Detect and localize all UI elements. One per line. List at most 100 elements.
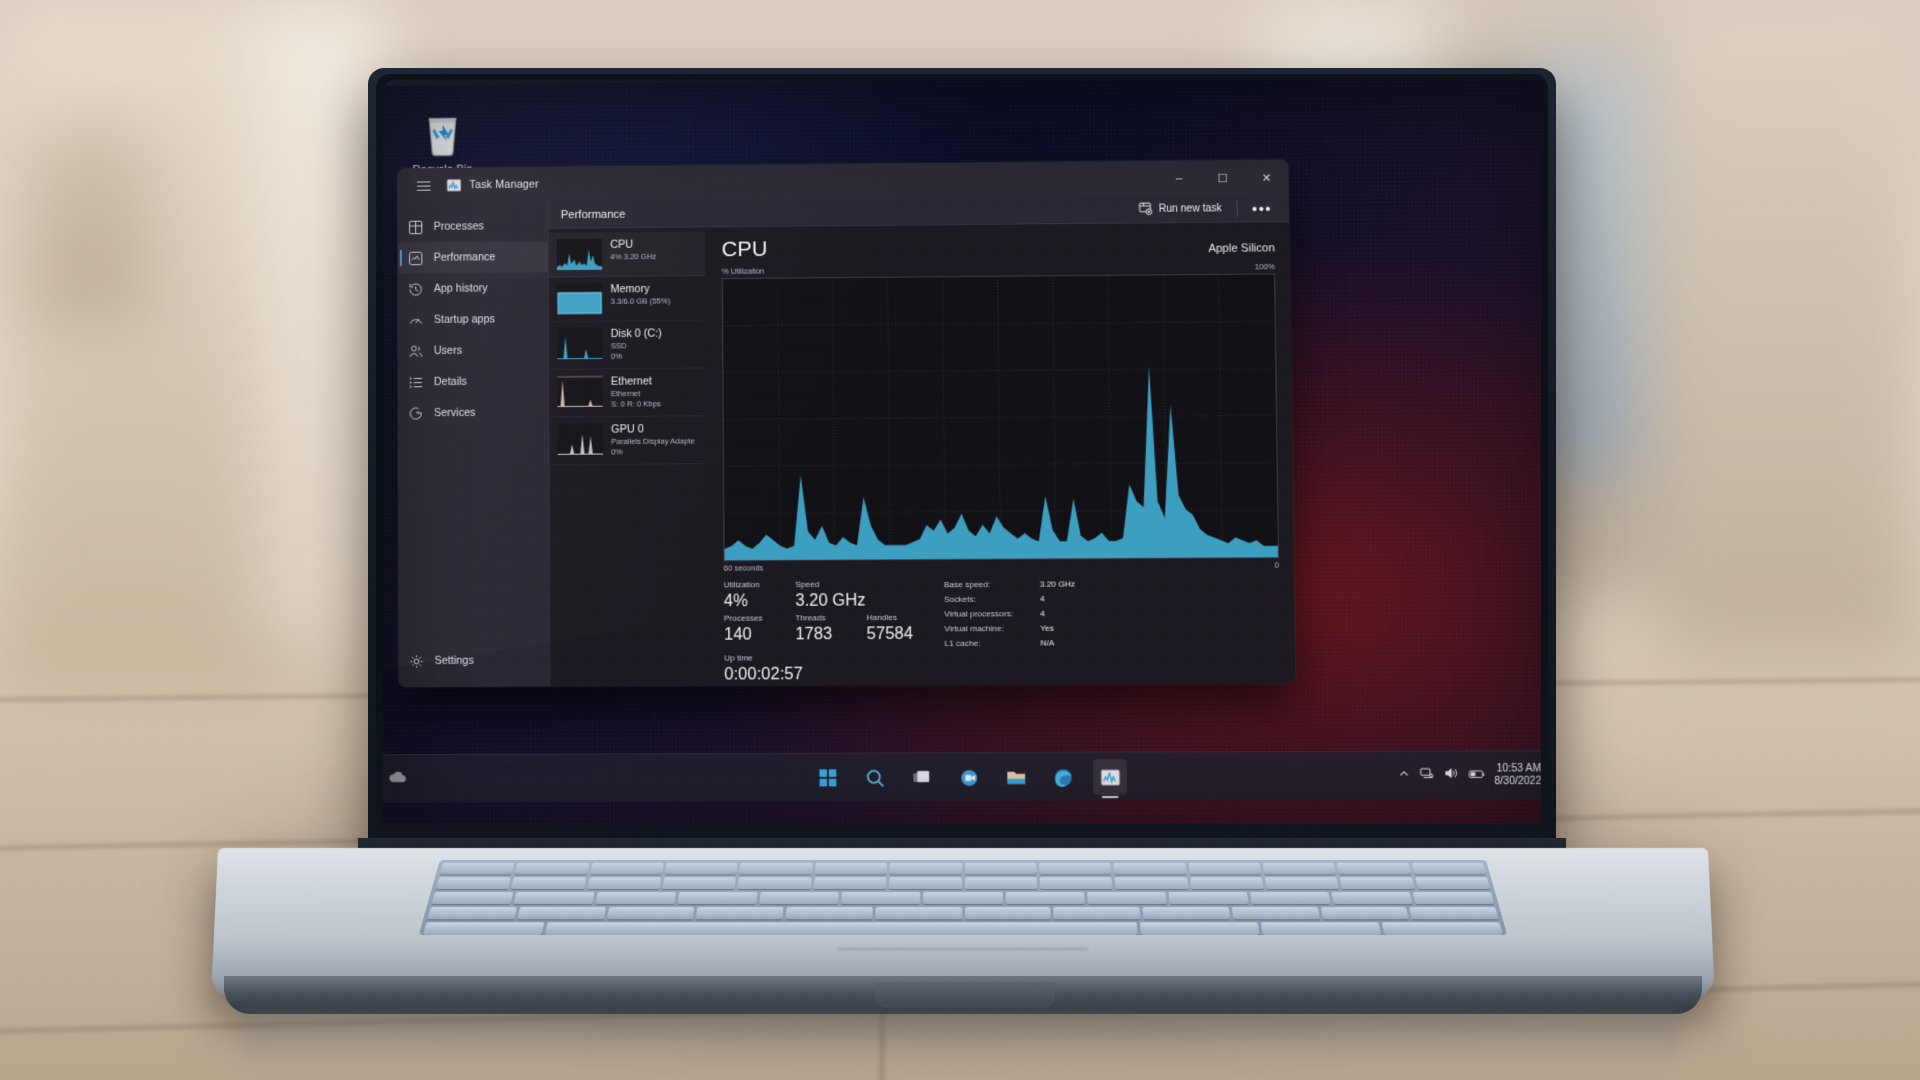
show-hidden-icons-chevron[interactable] xyxy=(1397,767,1410,786)
resource-detail: SSD xyxy=(610,341,627,351)
disk-mini-graph xyxy=(557,327,603,360)
cpu-specs: Base speed: 3.20 GHz Sockets: 4 Virtual … xyxy=(938,576,1281,685)
maximize-button[interactable]: ☐ xyxy=(1201,160,1245,196)
performance-icon xyxy=(408,250,423,266)
spec-key: Sockets: xyxy=(944,594,977,605)
spec-key: L1 cache: xyxy=(944,638,981,649)
sidebar-item-label: Users xyxy=(433,344,463,358)
spec-value: 4 xyxy=(1040,608,1045,619)
spec-value: 3.20 GHz xyxy=(1039,579,1076,589)
resource-item-memory[interactable]: Memory 3.3/6.0 GB (55%) xyxy=(548,276,706,323)
taskbar: 10:53 AM 8/30/2022 xyxy=(383,750,1541,803)
window-title: Task Manager xyxy=(469,178,539,192)
start-button[interactable] xyxy=(811,760,845,796)
windows-desktop: Recycle Bin Mac Files xyxy=(383,80,1541,824)
volume-icon[interactable] xyxy=(1444,766,1459,785)
stat-key: Up time xyxy=(724,653,753,663)
stat-value: 4% xyxy=(723,592,748,611)
edge-button[interactable] xyxy=(1046,759,1080,795)
clock[interactable]: 10:53 AM 8/30/2022 xyxy=(1494,763,1541,789)
spec-value: 4 xyxy=(1039,594,1045,604)
sidebar-item-services[interactable]: Services xyxy=(398,397,548,429)
sidebar-item-startup-apps[interactable]: Startup apps xyxy=(398,303,548,335)
file-explorer-button[interactable] xyxy=(999,759,1033,795)
close-button[interactable]: ✕ xyxy=(1244,160,1288,196)
sidebar-item-performance[interactable]: Performance xyxy=(397,241,548,274)
task-manager-button[interactable] xyxy=(1092,758,1127,795)
spec-virtual-processors: Virtual processors: 4 xyxy=(944,606,1280,622)
laptop-trackpad xyxy=(838,948,1088,950)
spec-sockets: Sockets: 4 xyxy=(944,591,1280,607)
clock-date: 8/30/2022 xyxy=(1494,775,1541,788)
widgets-button[interactable] xyxy=(952,759,986,795)
sidebar-item-details[interactable]: Details xyxy=(398,366,548,398)
startup-apps-icon xyxy=(408,312,423,328)
sidebar-item-app-history[interactable]: App history xyxy=(398,272,548,304)
resource-detail-2: 0% xyxy=(610,351,623,361)
graph-x-left-label: 60 seconds xyxy=(723,563,764,573)
resource-detail-2: 0% xyxy=(611,447,623,457)
minimize-button[interactable]: – xyxy=(1157,161,1201,197)
laptop: Recycle Bin Mac Files xyxy=(0,0,1920,1080)
gear-icon xyxy=(409,653,424,669)
cpu-statistics: Utilization 4% Speed 3.20 GHz Processes … xyxy=(724,576,1281,686)
sidebar-item-label: App history xyxy=(433,282,488,295)
hamburger-menu-icon[interactable] xyxy=(406,180,441,191)
stat-speed: Speed 3.20 GHz xyxy=(795,578,867,612)
spec-base-speed: Base speed: 3.20 GHz xyxy=(944,576,1280,592)
stat-utilization: Utilization 4% xyxy=(724,579,796,613)
clock-time: 10:53 AM xyxy=(1496,762,1541,775)
more-options-button[interactable]: ••• xyxy=(1244,200,1281,217)
page-title: Performance xyxy=(560,207,626,221)
resource-name: Memory xyxy=(610,282,650,296)
graph-y-max-label: 100% xyxy=(1254,261,1276,272)
graph-x-right-label: 0 xyxy=(1274,560,1280,570)
battery-icon[interactable] xyxy=(1468,766,1485,785)
resource-name: Ethernet xyxy=(610,375,652,388)
system-tray: 10:53 AM 8/30/2022 xyxy=(1397,751,1541,800)
spec-l1-cache: L1 cache: N/A xyxy=(944,635,1280,651)
cpu-model-label: Apple Silicon xyxy=(1208,242,1275,256)
sidebar-item-processes[interactable]: Processes xyxy=(398,210,548,242)
stat-key: Utilization xyxy=(723,579,760,590)
task-view-button[interactable] xyxy=(905,760,939,796)
services-icon xyxy=(408,405,423,421)
toolbar-divider xyxy=(1236,200,1238,217)
network-icon[interactable] xyxy=(1419,766,1434,785)
task-manager-icon xyxy=(447,178,461,193)
search-button[interactable] xyxy=(858,760,892,796)
spec-value: N/A xyxy=(1040,638,1055,648)
sidebar-item-settings[interactable]: Settings xyxy=(399,645,551,677)
recycle-bin-icon xyxy=(416,106,469,160)
laptop-keyboard xyxy=(418,860,1508,935)
stat-value: 140 xyxy=(723,625,752,644)
photo-scene: Recycle Bin Mac Files xyxy=(0,0,1920,1080)
run-new-task-button[interactable]: Run new task xyxy=(1130,196,1230,222)
sidebar-item-label: Details xyxy=(433,375,467,389)
resource-item-gpu[interactable]: GPU 0 Parallels Display Adapte 0% xyxy=(549,416,707,466)
resource-item-cpu[interactable]: CPU 4% 3.20 GHz xyxy=(548,231,706,278)
resource-detail: Ethernet xyxy=(610,388,641,399)
task-manager-window[interactable]: Task Manager – ☐ ✕ Processes Performance… xyxy=(397,159,1296,688)
resource-detail: 4% 3.20 GHz xyxy=(610,251,657,262)
taskbar-buttons xyxy=(811,758,1127,796)
stat-value: 57584 xyxy=(866,625,914,644)
spec-virtual-machine: Virtual machine: Yes xyxy=(944,620,1280,636)
stat-value: 0:00:02:57 xyxy=(724,665,803,684)
cpu-mini-graph xyxy=(556,238,603,271)
stat-value: 3.20 GHz xyxy=(795,591,866,611)
graph-y-axis-label: % Utilization xyxy=(721,266,765,276)
resource-name: CPU xyxy=(610,238,634,252)
resource-item-ethernet[interactable]: Ethernet Ethernet S: 0 R: 0 Kbps xyxy=(549,368,707,418)
resource-list: CPU 4% 3.20 GHz Memory 3.3/6.0 GB (55%) … xyxy=(548,227,708,687)
stat-key: Processes xyxy=(723,613,763,623)
weather-widget[interactable] xyxy=(386,767,411,792)
gpu-mini-graph xyxy=(557,423,604,455)
resource-item-disk[interactable]: Disk 0 (C:) SSD 0% xyxy=(548,320,706,370)
stat-value: 1783 xyxy=(795,625,833,644)
run-new-task-label: Run new task xyxy=(1158,202,1222,215)
spec-key: Virtual processors: xyxy=(944,608,1014,619)
users-icon xyxy=(408,343,424,359)
ethernet-mini-graph xyxy=(557,375,603,408)
sidebar-item-users[interactable]: Users xyxy=(398,334,548,366)
